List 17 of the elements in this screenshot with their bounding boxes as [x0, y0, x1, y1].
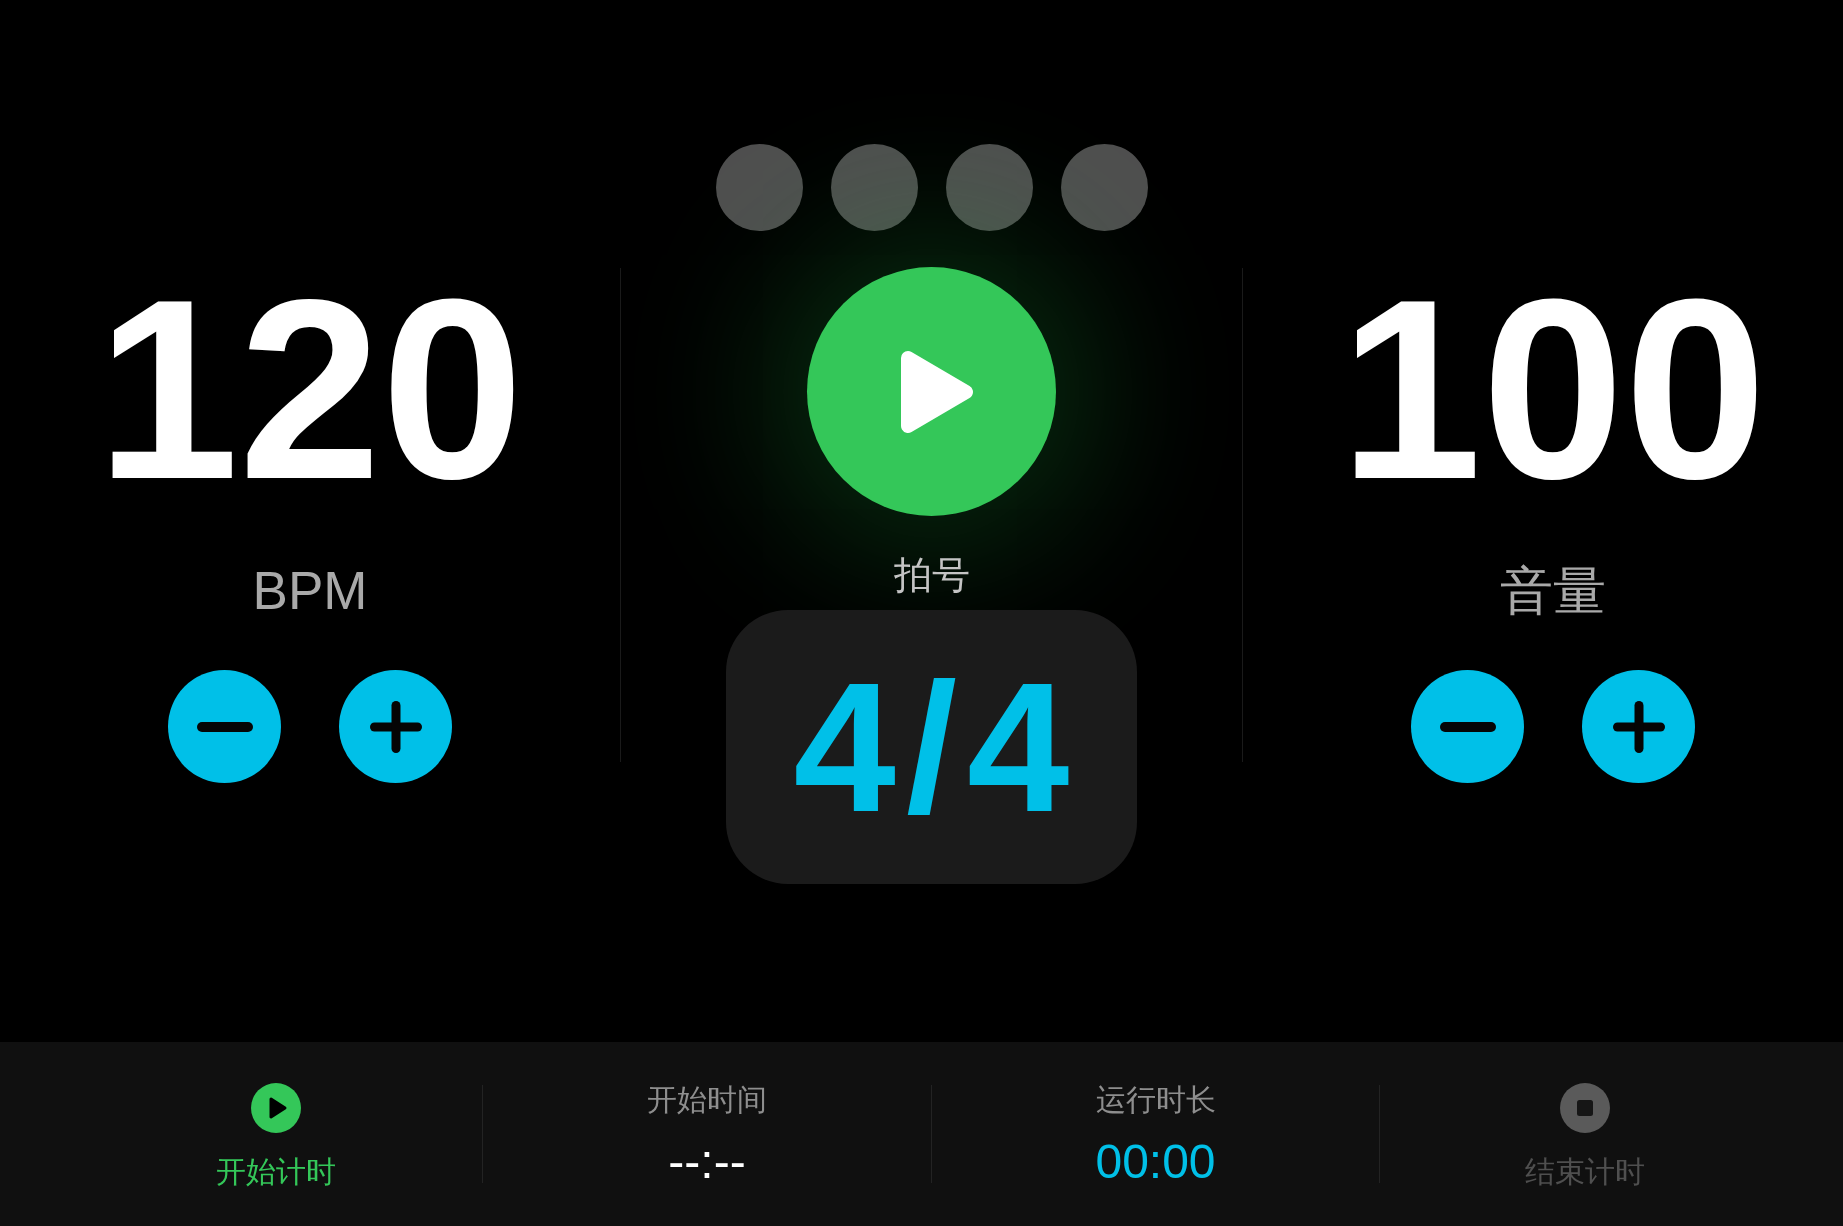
time-signature-button[interactable]: 4/4 [726, 610, 1137, 884]
minus-icon [196, 721, 253, 732]
readout-value: --:-- [668, 1136, 746, 1188]
volume-label: 音量 [1500, 561, 1606, 621]
volume-value: 100 [1339, 261, 1767, 517]
stop-icon [1559, 1083, 1610, 1133]
plus-icon [1612, 700, 1665, 753]
tempo-value: 120 [96, 261, 524, 517]
readout-label: 运行时长 [1095, 1082, 1216, 1118]
play-icon [251, 1083, 301, 1133]
readout-value: 00:00 [1095, 1136, 1216, 1188]
minus-icon [1439, 721, 1496, 732]
plus-icon [369, 700, 422, 753]
time-signature-label: 拍号 [893, 553, 970, 598]
start-timer-button[interactable]: 开始计时 [216, 1083, 336, 1190]
readout-label: 开始时间 [647, 1082, 767, 1118]
tempo-label: BPM [252, 561, 368, 621]
